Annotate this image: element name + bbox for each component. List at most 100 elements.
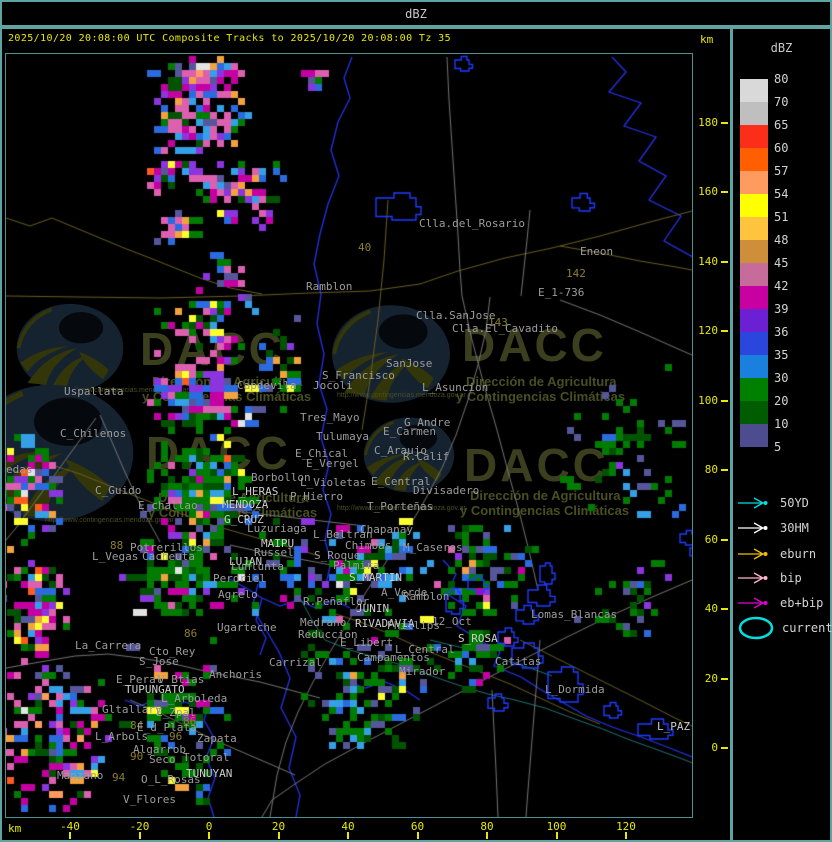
bottom-axis-tick (277, 832, 280, 839)
track-legend-row: 50YD (737, 493, 832, 513)
dbz-scale-swatch (740, 217, 768, 240)
dbz-scale-value: 36 (774, 325, 789, 339)
map-place-label: L_PAZ (657, 720, 691, 733)
map-place-label: E_Vergel (306, 457, 359, 470)
bottom-axis-tick (208, 832, 210, 839)
current-cell-icon (738, 616, 774, 640)
map-place-label: SanJose (386, 357, 433, 370)
map-place-label: Jocoli (313, 379, 353, 392)
dbz-scale-value: 60 (774, 141, 789, 155)
map-place-label: MENDOZA (222, 498, 269, 511)
right-axis-tick-label: 120 (698, 324, 718, 338)
map-place-label: Phillips (387, 619, 440, 632)
map-place-label: Uspallata (64, 385, 124, 398)
right-axis-tick (721, 260, 728, 263)
map-place-label: L_Arboleda (161, 692, 228, 705)
radar-app-window: dBZ 2025/10/20 20:08:00 UTC Composite Tr… (0, 0, 832, 842)
map-place-label: L_Violetas (300, 476, 367, 489)
track-legend-label: 50YD (780, 496, 809, 510)
map-place-label: Carrizal (269, 656, 322, 669)
dbz-scale-value: 54 (774, 187, 789, 201)
dbz-scale-swatch (740, 332, 768, 355)
right-axis-tick-label: 160 (698, 185, 718, 199)
map-place-label: S_Jose (139, 655, 179, 668)
track-legend-row: bip (737, 568, 832, 588)
map-place-label: C_Chilenos (60, 427, 127, 440)
dbz-scale-swatch (740, 355, 768, 378)
map-place-label: JUNIN (356, 602, 390, 615)
map-place-label: Anchoris (209, 668, 262, 681)
map-place-label: P_Hierro (290, 490, 343, 503)
map-place-label: Clla.SanJose (416, 309, 496, 322)
map-place-label: Mirador (399, 665, 446, 678)
map-place-label: S_ROSA (458, 632, 498, 645)
right-axis-tick-label: 0 (711, 741, 718, 754)
dbz-scale-value: 70 (774, 95, 789, 109)
map-place-label: R.Calif (403, 450, 450, 463)
right-axis-tick (721, 677, 728, 680)
map-place-label: Tres_Mayo (300, 411, 360, 424)
dbz-scale-value: 57 (774, 164, 789, 178)
bottom-axis-tick (625, 832, 627, 839)
track-legend-label: eburn (780, 547, 817, 561)
map-place-label: E_Carmen (383, 425, 436, 438)
page-title: dBZ (405, 6, 427, 21)
bottom-axis-tick (486, 832, 488, 839)
dbz-scale-value: 39 (774, 302, 789, 316)
dbz-scale-value: 45 (774, 256, 789, 270)
track-arrow-icon (738, 572, 768, 584)
map-place-label: L_HERAS (232, 485, 279, 498)
dbz-scale-swatch (740, 79, 768, 102)
map-place-label: 96 (169, 730, 183, 743)
radar-map-area: DACCDirección de Agriculturay Contingenc… (5, 53, 693, 818)
dbz-scale-swatch (740, 240, 768, 263)
right-axis-tick (721, 191, 728, 194)
dbz-scale-swatch (740, 401, 768, 424)
map-place-label: Divisadero (413, 484, 480, 497)
map-place-label: Totoral (183, 751, 230, 764)
dbz-scale-value: 10 (774, 417, 789, 431)
map-place-label: 90 (130, 750, 144, 763)
map-place-label: Eneon (580, 245, 614, 258)
dbz-scale-value: 48 (774, 233, 789, 247)
radar-map-content: DACCDirección de Agriculturay Contingenc… (6, 54, 692, 817)
map-place-label: Manzano (57, 769, 104, 782)
map-place-label: 40 (358, 241, 372, 254)
track-arrow-icon (738, 522, 768, 534)
dbz-scale-value: 20 (774, 394, 789, 408)
dbz-scale-swatch (740, 378, 768, 401)
dbz-scale-value: 80 (774, 72, 789, 86)
map-place-label: Clla.del_Rosario (419, 217, 525, 230)
title-bar: dBZ (0, 0, 832, 27)
track-arrow-icon (738, 597, 768, 609)
map-place-label: L_Asuncion (422, 381, 489, 394)
track-arrow-icon (738, 548, 768, 560)
right-axis-tick (721, 747, 728, 749)
track-legend-row: 30HM (737, 518, 832, 538)
dbz-scale-value: 35 (774, 348, 789, 362)
map-place-label: Lunlunta (231, 560, 284, 573)
dbz-scale-swatch (740, 171, 768, 194)
dbz-scale-value: 5 (774, 440, 782, 454)
bottom-axis-tick (138, 832, 141, 839)
dbz-scale-swatch (740, 309, 768, 332)
dbz-scale-swatch (740, 102, 768, 125)
track-arrow-icon (738, 497, 768, 509)
map-place-label: Agrelo (218, 588, 258, 601)
track-legend-row: eb+bip (737, 593, 832, 613)
map-place-label: Luzuriaga (247, 522, 307, 535)
map-place-label: Ugarteche (217, 621, 277, 634)
dbz-scale-swatch (740, 194, 768, 217)
track-legend-label: bip (780, 571, 802, 585)
right-axis-tick (721, 330, 728, 333)
bottom-axis-tick (416, 832, 419, 839)
map-place-label: Ramblon (306, 280, 353, 293)
map-place-label: L_Vegas (92, 550, 139, 563)
map-place-label: Zapata (197, 732, 237, 745)
map-place-label: T_Porteñas (367, 500, 434, 513)
right-axis-tick-label: 140 (698, 254, 718, 268)
right-axis-tick-label: 40 (704, 602, 718, 616)
right-axis-tick-label: 180 (698, 116, 718, 129)
map-place-label: L_Dormida (545, 683, 605, 696)
map-place-label: O_L_Rosas (141, 773, 201, 786)
